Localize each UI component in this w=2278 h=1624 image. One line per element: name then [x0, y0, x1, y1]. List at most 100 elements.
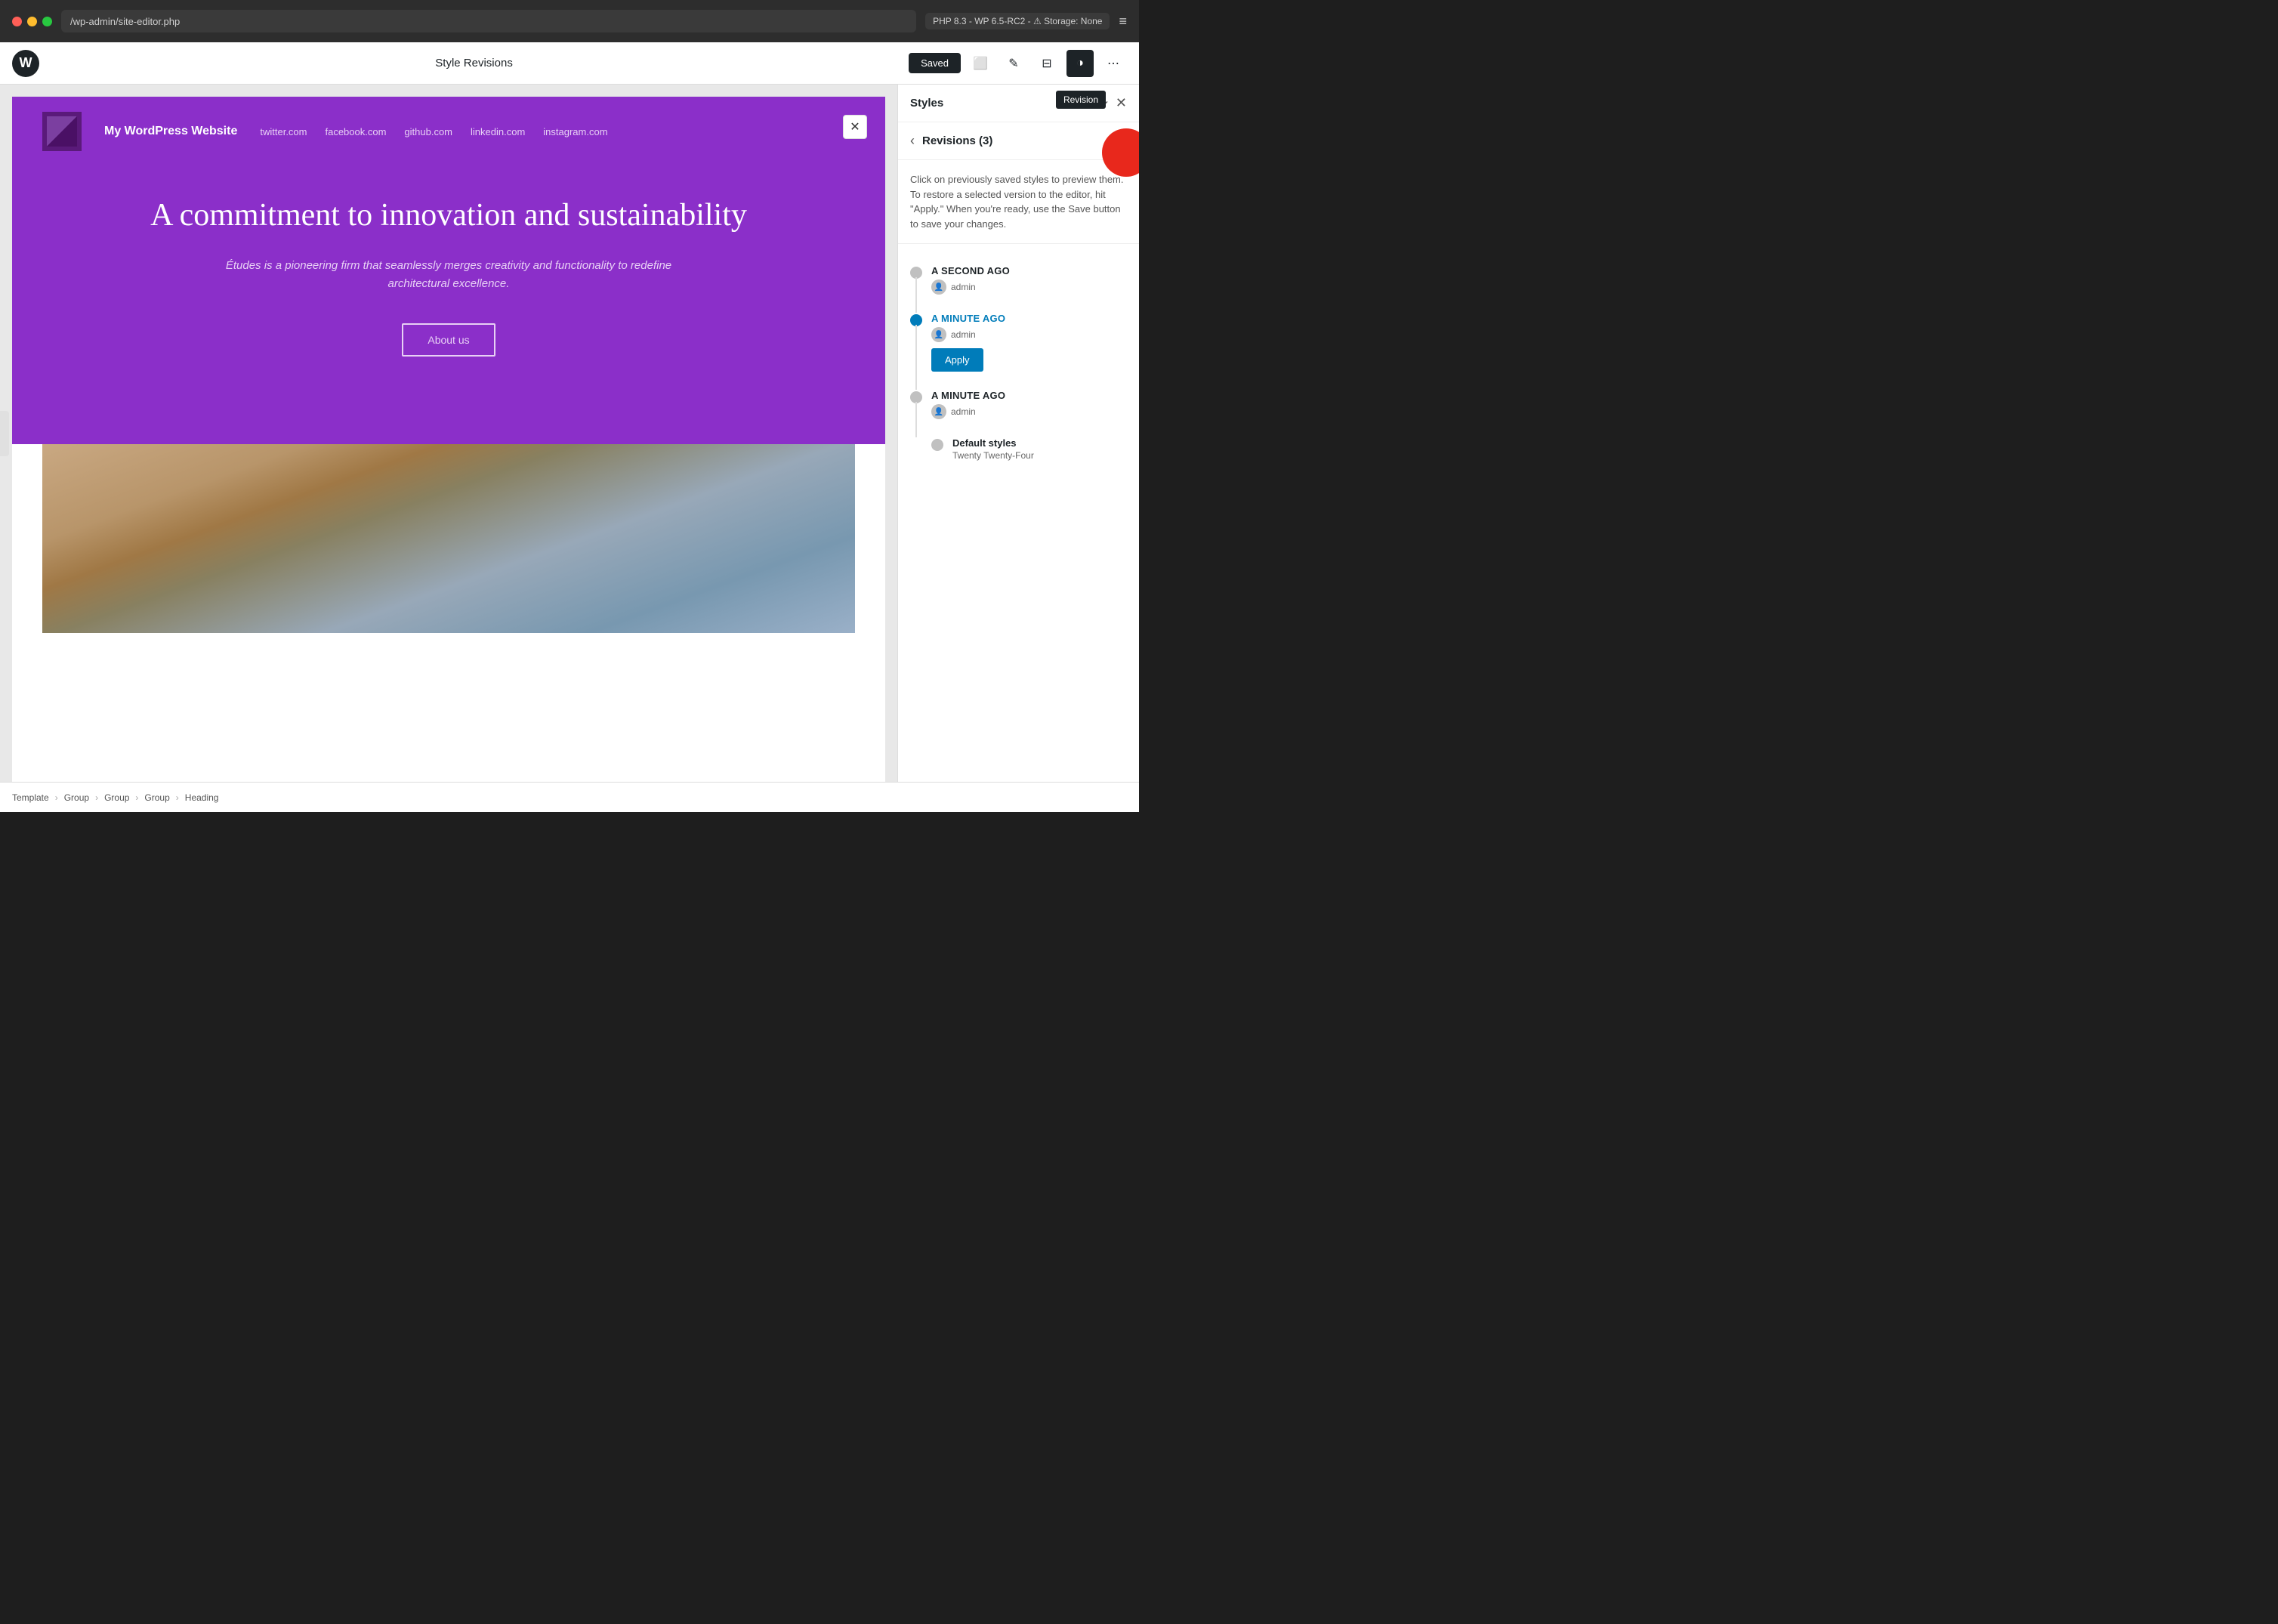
tooltip-text: Revision: [1063, 94, 1098, 105]
breadcrumb-sep-4: ›: [176, 792, 179, 803]
revision-author-2: 👤 admin: [931, 327, 1127, 342]
styles-icon-btn[interactable]: ◑: [1066, 50, 1094, 77]
default-styles-label: Default styles: [952, 437, 1127, 449]
avatar-2: 👤: [931, 327, 946, 342]
revision-item[interactable]: A SECOND AGO 👤 admin: [910, 256, 1127, 304]
breadcrumb-bar: Template › Group › Group › Group › Headi…: [0, 782, 1139, 812]
nav-link-github[interactable]: github.com: [404, 126, 452, 137]
breadcrumb-template: Template: [12, 792, 49, 803]
default-styles-item[interactable]: Default styles Twenty Twenty-Four: [910, 428, 1127, 470]
nav-link-linkedin[interactable]: linkedin.com: [471, 126, 525, 137]
author-name-3: admin: [951, 406, 976, 417]
styles-icon: ◑: [1076, 57, 1084, 70]
browser-right: PHP 8.3 - WP 6.5-RC2 - ⚠ Storage: None ≡: [925, 13, 1127, 29]
traffic-lights: [12, 17, 52, 26]
nav-link-twitter[interactable]: twitter.com: [260, 126, 307, 137]
image-inner: [42, 444, 855, 633]
back-icon: ‹: [910, 133, 915, 148]
revision-author-1: 👤 admin: [931, 279, 1127, 295]
nav-logo: [42, 112, 82, 151]
breadcrumb-group-2: Group: [104, 792, 129, 803]
avatar-3: 👤: [931, 404, 946, 419]
author-name-2: admin: [951, 329, 976, 340]
revisions-description: Click on previously saved styles to prev…: [898, 160, 1139, 244]
author-name-1: admin: [951, 282, 976, 292]
revision-time-2: A MINUTE AGO: [931, 313, 1127, 324]
revisions-tooltip: Revision: [1056, 91, 1106, 109]
revision-info-3: A MINUTE AGO 👤 admin: [931, 390, 1127, 419]
revision-dot-1: [910, 267, 922, 279]
avatar-icon-2: 👤: [934, 331, 943, 339]
revision-time-1: A SECOND AGO: [931, 265, 1127, 276]
nav-link-facebook[interactable]: facebook.com: [325, 126, 386, 137]
revision-dot-3: [910, 391, 922, 403]
default-styles-sublabel: Twenty Twenty-Four: [952, 450, 1127, 461]
hero-section: My WordPress Website twitter.com faceboo…: [12, 97, 885, 444]
breadcrumb-sep-1: ›: [55, 792, 58, 803]
close-icon: ✕: [850, 119, 860, 134]
close-traffic-light[interactable]: [12, 17, 22, 26]
nav-logo-inner: [47, 116, 77, 147]
nav-bar: My WordPress Website twitter.com faceboo…: [42, 112, 855, 151]
left-resize-handle[interactable]: [0, 411, 9, 456]
hero-headline: A commitment to innovation and sustainab…: [42, 196, 855, 234]
breadcrumb-sep-2: ›: [95, 792, 98, 803]
breadcrumb-group-3: Group: [144, 792, 169, 803]
saved-button[interactable]: Saved: [909, 53, 961, 73]
canvas-content: ✕ My WordPress Website twitter.com faceb…: [12, 97, 885, 782]
content-area: ✕ My WordPress Website twitter.com faceb…: [0, 85, 1139, 782]
revision-dot-default: [931, 439, 943, 451]
close-panel-icon[interactable]: ✕: [1116, 95, 1127, 111]
brush-icon-btn[interactable]: ✎: [1000, 50, 1027, 77]
image-section: [42, 444, 855, 633]
php-badge: PHP 8.3 - WP 6.5-RC2 - ⚠ Storage: None: [925, 13, 1110, 29]
avatar-1: 👤: [931, 279, 946, 295]
breadcrumb-heading: Heading: [185, 792, 219, 803]
layout-icon-btn[interactable]: ⊟: [1033, 50, 1060, 77]
revision-item-active[interactable]: A MINUTE AGO 👤 admin Apply: [910, 304, 1127, 381]
wp-logo-text: W: [20, 55, 32, 71]
about-us-button[interactable]: About us: [402, 323, 495, 357]
revision-info-2: A MINUTE AGO 👤 admin Apply: [931, 313, 1127, 372]
minimize-traffic-light[interactable]: [27, 17, 37, 26]
revision-info-1: A SECOND AGO 👤 admin: [931, 265, 1127, 295]
apply-button[interactable]: Apply: [931, 348, 983, 372]
hero-subtext: Études is a pioneering firm that seamles…: [222, 257, 675, 293]
wp-logo[interactable]: W: [12, 50, 39, 77]
styles-panel-title: Styles: [910, 97, 1067, 110]
avatar-icon-3: 👤: [934, 408, 943, 416]
revisions-header: ‹ Revisions (3): [898, 122, 1139, 160]
toolbar-title: Style Revisions: [47, 57, 901, 69]
address-bar[interactable]: /wp-admin/site-editor.php: [61, 10, 916, 32]
preview-icon-btn[interactable]: ⬜: [967, 50, 994, 77]
revision-info-default: Default styles Twenty Twenty-Four: [952, 437, 1127, 461]
layout-icon: ⊟: [1042, 56, 1051, 71]
nav-link-instagram[interactable]: instagram.com: [543, 126, 607, 137]
browser-chrome: /wp-admin/site-editor.php PHP 8.3 - WP 6…: [0, 0, 1139, 42]
maximize-traffic-light[interactable]: [42, 17, 52, 26]
revision-dot-2: [910, 314, 922, 326]
revision-item-3[interactable]: A MINUTE AGO 👤 admin: [910, 381, 1127, 428]
toolbar-actions: Saved ⬜ ✎ ⊟ ◑ ⋯: [909, 50, 1127, 77]
hamburger-icon[interactable]: ≡: [1119, 14, 1127, 29]
url-text: /wp-admin/site-editor.php: [70, 16, 180, 27]
site-title: My WordPress Website: [104, 125, 237, 138]
breadcrumb-sep-3: ›: [135, 792, 138, 803]
close-canvas-button[interactable]: ✕: [843, 115, 867, 139]
more-icon-btn[interactable]: ⋯: [1100, 50, 1127, 77]
revisions-title: Revisions (3): [922, 134, 992, 147]
revision-author-3: 👤 admin: [931, 404, 1127, 419]
revisions-list: A SECOND AGO 👤 admin A MINUTE AGO: [898, 244, 1139, 482]
avatar-icon-1: 👤: [934, 283, 943, 292]
styles-panel-header: Styles 👁 ⟳ ✕ Revision ↖: [898, 85, 1139, 122]
revision-time-3: A MINUTE AGO: [931, 390, 1127, 401]
sidebar-panel: Styles 👁 ⟳ ✕ Revision ↖ ‹ Revi: [897, 85, 1139, 782]
top-toolbar: W Style Revisions Saved ⬜ ✎ ⊟ ◑ ⋯: [0, 42, 1139, 85]
more-icon: ⋯: [1107, 56, 1119, 71]
breadcrumb-group-1: Group: [64, 792, 89, 803]
preview-icon: ⬜: [973, 56, 988, 71]
app-container: W Style Revisions Saved ⬜ ✎ ⊟ ◑ ⋯: [0, 42, 1139, 812]
nav-links: twitter.com facebook.com github.com link…: [260, 126, 607, 137]
canvas-area: ✕ My WordPress Website twitter.com faceb…: [0, 85, 897, 782]
back-button[interactable]: ‹: [910, 133, 915, 149]
